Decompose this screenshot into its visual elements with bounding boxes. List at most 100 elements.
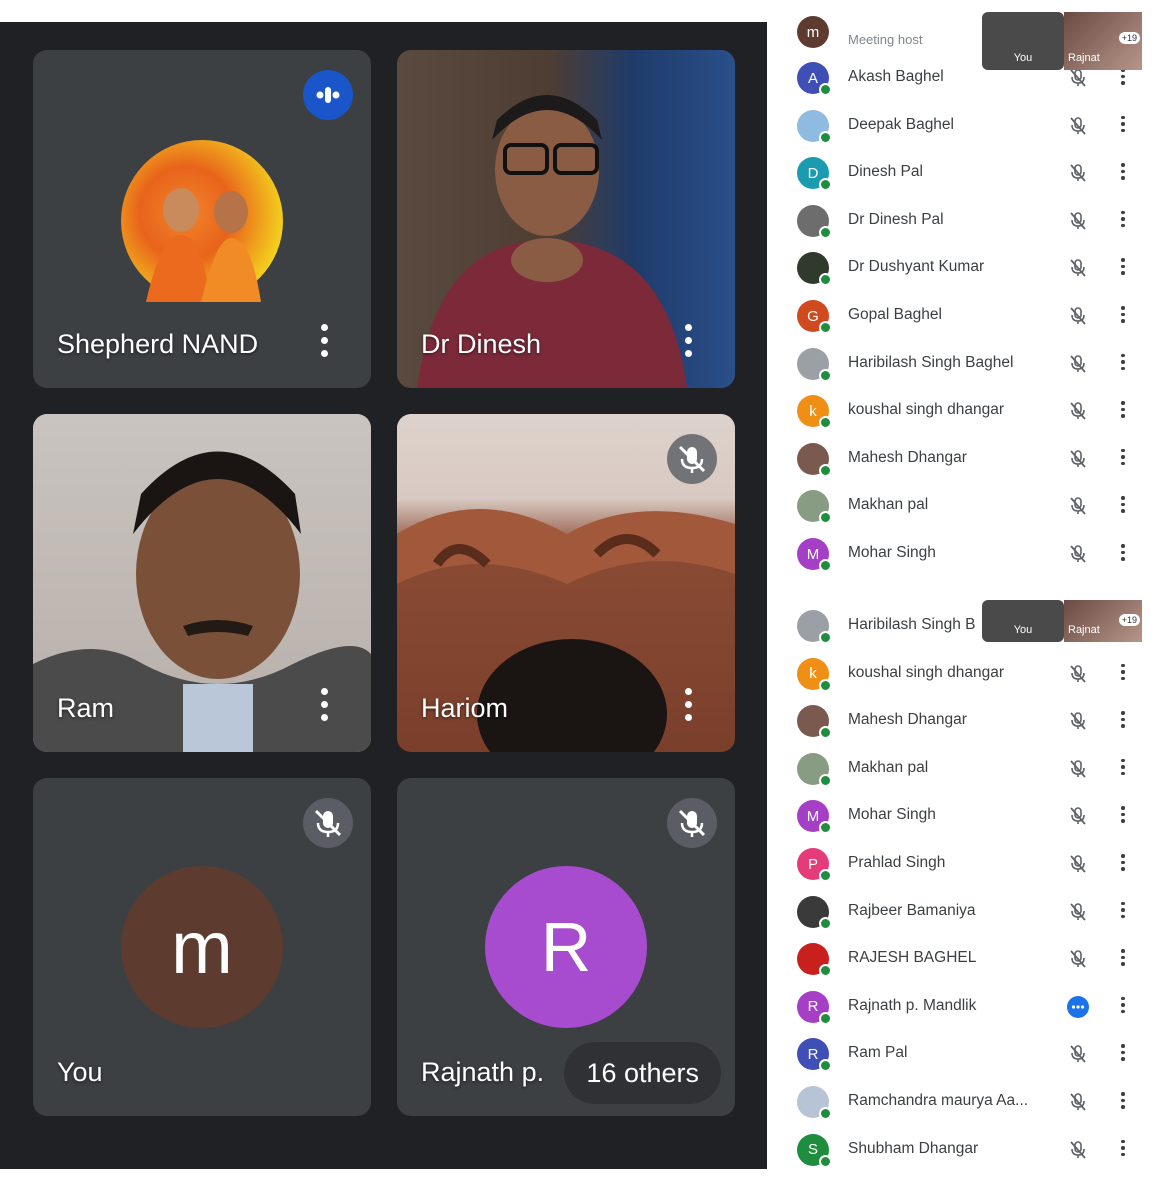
participant-row[interactable]: M Mohar Singh [777, 532, 1157, 579]
more-options-icon[interactable] [1121, 68, 1125, 88]
more-options-icon[interactable] [1121, 1092, 1125, 1112]
participant-name: Dr Dushyant Kumar [848, 258, 985, 276]
participant-tile-shepherd-nand[interactable]: Shepherd NAND [33, 50, 371, 388]
participant-row[interactable]: Rajbeer Bamaniya [777, 890, 1157, 937]
people-panel: m Meeting host A Akash Baghel Deepak Baghe… [777, 0, 1157, 1200]
more-options-icon[interactable] [1121, 996, 1125, 1017]
avatar-letter: k [809, 402, 817, 420]
participant-row[interactable]: P Prahlad Singh [777, 842, 1157, 889]
participant-name: Makhan pal [848, 758, 929, 776]
more-options-icon[interactable] [1121, 115, 1125, 136]
participant-name: Ram Pal [848, 1044, 908, 1062]
muted-mic-icon [1067, 663, 1089, 685]
participant-row[interactable]: Mahesh Dhangar [777, 699, 1157, 746]
more-options-icon[interactable] [1121, 1044, 1125, 1064]
muted-mic-icon [1067, 1139, 1089, 1161]
online-status-icon [819, 1059, 832, 1073]
muted-mic-icon [303, 798, 353, 848]
participant-row[interactable]: G Gopal Baghel [777, 294, 1157, 341]
participant-name: Gopal Baghel [848, 306, 942, 323]
other-view-pip[interactable]: Rajnat +19 [1064, 12, 1142, 70]
participant-tile-rajnath[interactable]: R Rajnath p. 16 others [397, 778, 735, 1116]
self-view-pip[interactable]: You [982, 600, 1064, 642]
participant-row[interactable]: Ramchandra maurya Aa... [777, 1080, 1157, 1127]
more-options-icon[interactable] [1121, 258, 1125, 278]
avatar-letter: A [807, 69, 818, 87]
participant-name: Akash Baghel [848, 68, 944, 85]
more-options-icon[interactable] [1121, 901, 1125, 922]
avatar-letter: G [807, 307, 819, 325]
participant-row[interactable]: k koushal singh dhangar [777, 389, 1157, 436]
participant-row[interactable]: Mahesh Dhangar [777, 437, 1157, 484]
participant-row[interactable]: k koushal singh dhangar [777, 652, 1157, 699]
avatar: G [797, 300, 832, 334]
participant-tile-hariom[interactable]: Hariom [397, 414, 735, 752]
avatar: M [797, 538, 832, 572]
participant-row[interactable]: S Shubham Dhangar [777, 1128, 1157, 1175]
participant-name: You [57, 1057, 103, 1087]
more-options-icon[interactable] [1121, 496, 1125, 516]
participant-row[interactable]: M Mohar Singh [777, 794, 1157, 841]
muted-mic-icon [1067, 210, 1089, 232]
avatar [797, 347, 832, 382]
participant-row[interactable]: R Ram Pal [777, 1032, 1157, 1079]
participant-tile-you[interactable]: m You [33, 778, 371, 1116]
online-status-icon [819, 773, 832, 787]
more-options-icon[interactable] [1121, 949, 1125, 969]
participant-row[interactable]: Makhan pal [777, 747, 1157, 794]
avatar-letter: R [807, 1045, 819, 1063]
more-options-icon[interactable] [1121, 854, 1125, 874]
participant-row[interactable]: R Rajnath p. Mandlik [777, 985, 1157, 1032]
more-options-icon[interactable] [321, 324, 329, 358]
more-options-icon[interactable] [1121, 806, 1125, 826]
more-options-icon[interactable] [321, 688, 329, 722]
participant-name: Ram [57, 693, 115, 723]
more-options-icon[interactable] [1121, 210, 1125, 231]
participant-row[interactable]: D Dinesh Pal [777, 151, 1157, 198]
more-options-icon[interactable] [1121, 306, 1125, 326]
avatar: P [797, 848, 832, 882]
muted-mic-icon [1067, 495, 1089, 517]
online-status-icon [819, 726, 832, 740]
online-status-icon [819, 321, 832, 334]
more-options-icon[interactable] [1121, 401, 1125, 421]
participant-name: koushal singh dhangar [848, 663, 1004, 681]
participant-row[interactable]: Makhan pal [777, 484, 1157, 531]
online-status-icon [819, 463, 832, 477]
more-options-icon[interactable] [1121, 544, 1125, 564]
more-options-icon[interactable] [1121, 353, 1125, 374]
participant-name: Haribilash Singh Baghel [848, 353, 1014, 371]
participant-name: Ramchandra maurya Aa... [848, 1092, 1029, 1109]
muted-mic-icon [1067, 353, 1089, 375]
self-view-pip[interactable]: You [982, 12, 1064, 70]
others-count-button[interactable]: 16 others [564, 1042, 721, 1104]
participant-tile-ram[interactable]: Ram [33, 414, 371, 752]
online-status-icon [819, 1011, 832, 1025]
participant-row[interactable]: Dr Dushyant Kumar [777, 246, 1157, 293]
online-status-icon [819, 273, 832, 287]
participant-name: Mahesh Dhangar [848, 448, 967, 466]
participant-name: Rajnath p. Mandlik [848, 996, 977, 1014]
more-options-icon[interactable] [1121, 448, 1125, 469]
more-options-icon[interactable] [1121, 1139, 1125, 1160]
more-options-icon[interactable] [1121, 711, 1125, 731]
muted-mic-icon [1067, 67, 1089, 89]
participant-row[interactable]: Haribilash Singh Baghel [777, 342, 1157, 389]
more-options-icon[interactable] [1121, 758, 1125, 779]
participant-row[interactable]: RAJESH BAGHEL [777, 937, 1157, 984]
pip-label: Rajnat [1068, 624, 1100, 636]
more-options-icon[interactable] [1121, 663, 1125, 684]
participant-row[interactable]: Deepak Baghel [777, 104, 1157, 151]
online-status-icon [819, 678, 832, 692]
more-options-icon[interactable] [685, 324, 693, 358]
avatar: R [797, 990, 832, 1025]
avatar [797, 705, 832, 740]
participant-name: Mahesh Dhangar [848, 711, 967, 729]
other-view-pip[interactable]: Rajnat +19 [1064, 600, 1142, 642]
participant-row[interactable]: Dr Dinesh Pal [777, 199, 1157, 246]
participant-tile-dr-dinesh[interactable]: Dr Dinesh [397, 50, 735, 388]
more-options-icon[interactable] [685, 688, 693, 722]
muted-mic-icon [1067, 400, 1089, 422]
online-status-icon [819, 1154, 832, 1168]
more-options-icon[interactable] [1121, 163, 1125, 183]
